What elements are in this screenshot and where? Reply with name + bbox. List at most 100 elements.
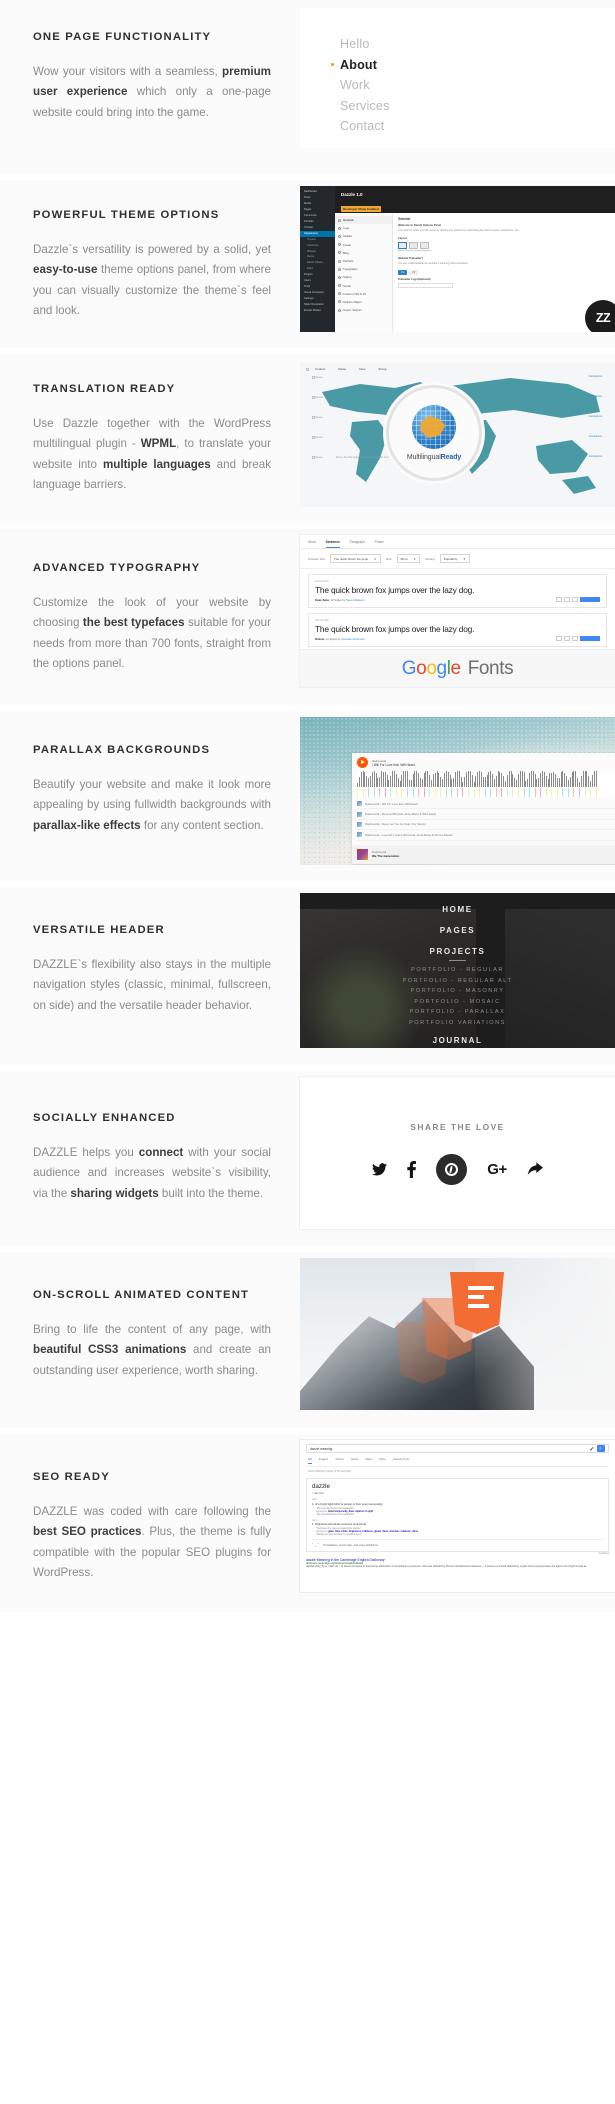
layout-option-2[interactable] [409, 241, 418, 249]
share-arrow-icon[interactable] [527, 1162, 543, 1176]
typography-icon [338, 267, 341, 271]
nav-item-contact[interactable]: Contact [340, 116, 615, 137]
tab-sentence[interactable]: Sentence [325, 540, 340, 548]
play-icon[interactable] [357, 757, 368, 768]
search-input[interactable]: dazzle meaning [310, 1447, 590, 1451]
row-translations-link[interactable]: translations [589, 375, 602, 378]
italic-icon[interactable] [564, 636, 570, 641]
section-body: Use Dazzle together with the WordPress m… [33, 416, 271, 492]
row-translations-link[interactable]: translations [589, 455, 602, 458]
wp-option-general[interactable]: General [335, 216, 392, 225]
wp-option-social[interactable]: Social [335, 282, 392, 290]
submenu-item-portfolio-regular[interactable]: PORTFOLIO - REGULAR [300, 967, 615, 973]
add-font-button[interactable] [580, 636, 600, 641]
tab-all[interactable]: All [308, 1457, 312, 1464]
row-checkbox[interactable] [312, 436, 315, 439]
tab-search-tools[interactable]: Search tools [393, 1457, 409, 1464]
font-author-link[interactable]: Steve Matteson [346, 599, 365, 602]
tab-images[interactable]: Images [319, 1457, 328, 1464]
list-item[interactable]: Rudimental - Will For Love feat. Will He… [357, 799, 615, 810]
row-checkbox[interactable] [312, 416, 315, 419]
google-plus-icon[interactable]: G+ [487, 1160, 507, 1178]
row-checkbox[interactable] [312, 396, 315, 399]
info-icon[interactable] [572, 597, 578, 602]
font-author-link[interactable]: Christian Robertson [341, 638, 365, 641]
tab-news[interactable]: News [351, 1457, 358, 1464]
nav-item-about[interactable]: About [331, 55, 615, 76]
layout-option-1[interactable] [398, 241, 407, 249]
add-font-button[interactable] [580, 597, 600, 602]
nav-item-work[interactable]: Work [340, 75, 615, 96]
list-item[interactable]: Rudimental - Rumour Mill (feat. Anne-Mar… [357, 809, 615, 820]
row-translations-link[interactable]: translations [589, 395, 602, 398]
wp-option-footer[interactable]: Footer [335, 241, 392, 249]
font-actions[interactable] [556, 636, 600, 641]
toggle-off[interactable]: Off [409, 269, 419, 275]
search-icon[interactable]: 🔍 [597, 1445, 605, 1452]
tab-poster[interactable]: Poster [375, 540, 384, 548]
waveform[interactable] [357, 771, 615, 797]
panel-heading: General [398, 217, 410, 221]
search-bar[interactable]: dazzle meaning 🎤 🔍 [306, 1444, 609, 1453]
tab-maps[interactable]: Maps [365, 1457, 372, 1464]
wp-option-blog[interactable]: Blog [335, 249, 392, 257]
wp-option-import-export[interactable]: Import / Export [335, 306, 392, 314]
tab-more[interactable]: More [379, 1457, 386, 1464]
preloader-toggle[interactable]: On Off [398, 269, 610, 275]
row-checkbox[interactable] [312, 376, 315, 379]
result-description: dazzle|verb| [T] us /ˈdæz·əl/ > to cause… [306, 1565, 587, 1568]
twitter-icon[interactable] [372, 1162, 388, 1176]
italic-icon[interactable] [564, 597, 570, 602]
wp-option-typography[interactable]: Typography [335, 265, 392, 273]
example-verb-2: "she was dazzled by the headlights" [316, 1512, 355, 1516]
submenu-item-portfolio-masonry[interactable]: PORTFOLIO - MASONRY [300, 988, 615, 994]
submenu-item-portfolio-parallax[interactable]: PORTFOLIO - PARALLAX [300, 1009, 615, 1015]
list-item[interactable]: Rudimental - Never Let You Go (feat. Foy… [357, 820, 615, 831]
info-icon[interactable] [572, 636, 578, 641]
row-translations-link[interactable]: translations [589, 435, 602, 438]
list-item[interactable]: Rudimental - Love Ain`t Just A Word feat… [357, 830, 615, 841]
active-dot-icon [331, 62, 334, 66]
wp-option-options-object[interactable]: Options Object [335, 298, 392, 306]
google-plus-label: G+ [487, 1160, 507, 1178]
select-all-checkbox[interactable] [306, 368, 309, 371]
row-checkbox[interactable] [312, 456, 315, 459]
toggle-on[interactable]: On [398, 269, 408, 275]
tab-paragraph[interactable]: Paragraph [350, 540, 365, 548]
bold-icon[interactable] [556, 636, 562, 641]
preview-text-input[interactable]: The quick brown fox jump ▾ [329, 554, 381, 563]
pinterest-icon[interactable] [436, 1153, 468, 1185]
more-definitions-toggle[interactable]: Translations, word origin, and more defi… [312, 1539, 603, 1547]
preloader-url-input[interactable] [398, 282, 453, 288]
nav-label: About [340, 57, 378, 72]
feedback-link[interactable]: Feedback [306, 1553, 609, 1555]
wp-menu-item[interactable]: Envato Market [300, 308, 335, 314]
pinterest-glyph [445, 1162, 459, 1176]
tab-word[interactable]: Word [308, 540, 316, 548]
fullscreen-menu-preview: HOME PAGES PROJECTS PORTFOLIO - REGULAR … [300, 893, 615, 1048]
wp-option-logo[interactable]: Logo [335, 224, 392, 232]
submenu-item-portfolio-mosaic[interactable]: PORTFOLIO - MOSAIC [300, 999, 615, 1005]
nav-item-services[interactable]: Services [340, 96, 615, 117]
microphone-icon[interactable]: 🎤 [590, 1447, 594, 1451]
menu-item-home[interactable]: HOME [300, 905, 615, 914]
tab-videos[interactable]: Videos [335, 1457, 344, 1464]
font-actions[interactable] [556, 597, 600, 602]
facebook-icon[interactable] [407, 1160, 417, 1178]
wp-option-custom-css[interactable]: Custom CSS & JS [335, 290, 392, 298]
layout-choices[interactable] [398, 241, 610, 249]
wp-option-styling[interactable]: Styling [335, 273, 392, 281]
submenu-item-portfolio-regular-alt[interactable]: PORTFOLIO - REGULAR ALT [300, 978, 615, 984]
row-translations-link[interactable]: translations [589, 415, 602, 418]
wp-option-portfolio[interactable]: Portfolio [335, 257, 392, 265]
bold-icon[interactable] [556, 597, 562, 602]
menu-item-journal[interactable]: JOURNAL [300, 1036, 615, 1045]
submenu-item-portfolio-variations[interactable]: PORTFOLIO VARIATIONS [300, 1020, 615, 1026]
menu-item-pages[interactable]: PAGES [300, 926, 615, 935]
sorting-select[interactable]: Popularity ▾ [439, 554, 470, 563]
wp-option-header[interactable]: Header [335, 232, 392, 240]
menu-item-projects[interactable]: PROJECTS [300, 947, 615, 956]
nav-item-hello[interactable]: Hello [340, 34, 615, 55]
layout-option-3[interactable] [420, 241, 429, 249]
size-select[interactable]: 28 px ▾ [396, 554, 421, 563]
